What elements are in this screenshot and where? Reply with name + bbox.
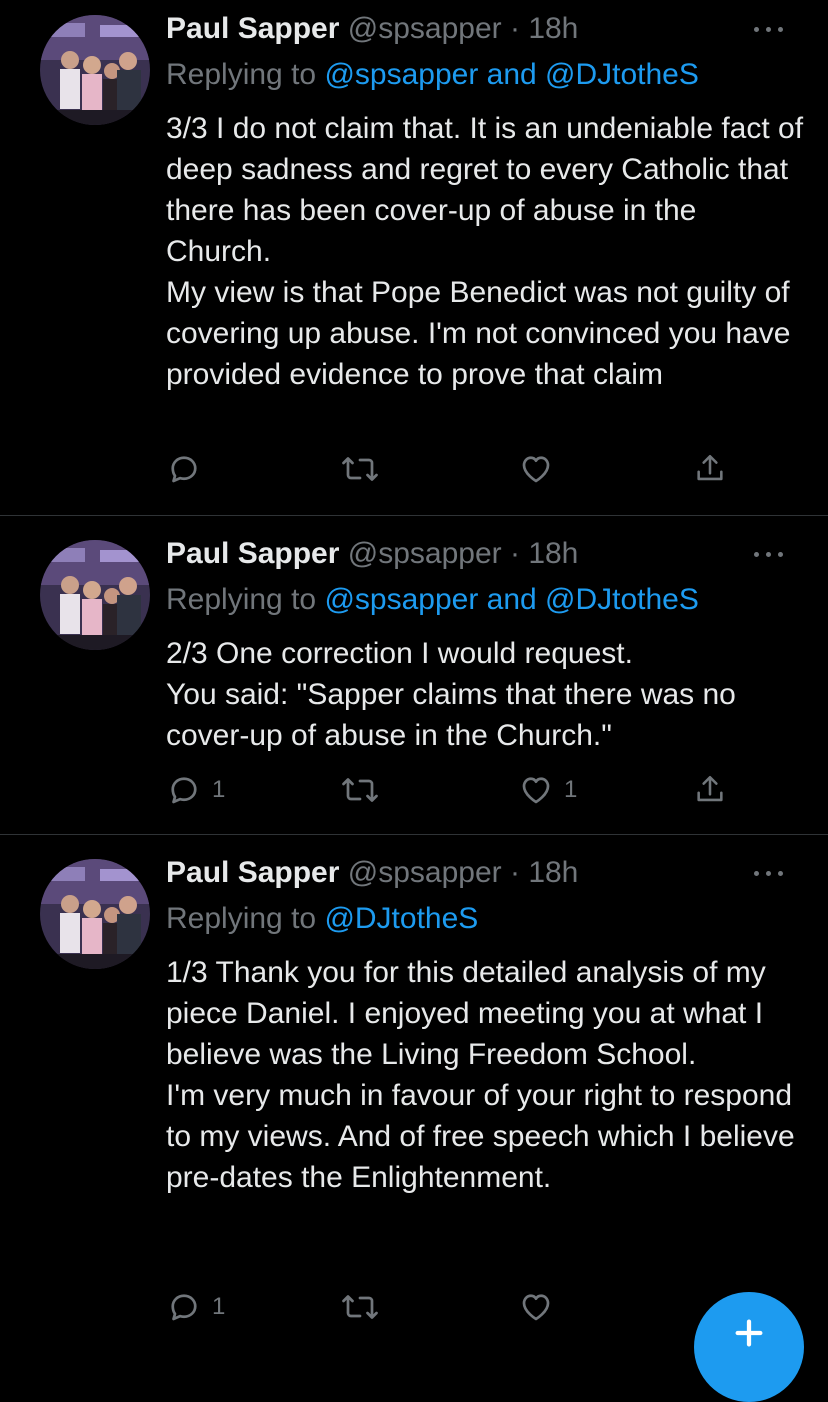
reply-button[interactable]: 1	[166, 1287, 225, 1327]
author-handle[interactable]: @spsapper	[348, 537, 502, 570]
tweet-header: Paul Sapper @spsapper · 18h	[166, 10, 578, 48]
retweet-button[interactable]	[340, 449, 380, 489]
like-count: 1	[564, 776, 578, 803]
tweet-paragraph: I'm very much in favour of your right to…	[166, 1079, 795, 1194]
compose-plus-icon	[735, 1319, 763, 1347]
like-button[interactable]: 1	[518, 770, 577, 810]
avatar[interactable]	[40, 540, 150, 650]
more-icon[interactable]	[752, 868, 786, 878]
tweet-header: Paul Sapper @spsapper · 18h	[166, 535, 578, 573]
retweet-button[interactable]	[340, 1287, 380, 1327]
separator-dot: ·	[509, 856, 520, 889]
replying-prefix: Replying to	[166, 583, 325, 616]
more-icon[interactable]	[752, 24, 786, 34]
action-bar	[0, 449, 828, 489]
replying-prefix: Replying to	[166, 58, 325, 91]
like-button[interactable]	[518, 1287, 564, 1327]
author-handle[interactable]: @spsapper	[348, 856, 502, 889]
timestamp[interactable]: 18h	[528, 537, 578, 570]
retweet-button[interactable]	[340, 770, 380, 810]
replying-to: Replying to @DJtotheS	[166, 900, 478, 938]
tweet-paragraph: You said: "Sapper claims that there was …	[166, 678, 736, 752]
tweet-text: 3/3 I do not claim that. It is an undeni…	[166, 108, 806, 395]
tweet-paragraph: 1/3 Thank you for this detailed analysis…	[166, 956, 766, 1071]
compose-button[interactable]	[694, 1292, 804, 1402]
author-name[interactable]: Paul Sapper	[166, 856, 339, 889]
reply-icon	[171, 456, 197, 483]
tweet-2[interactable]: Paul Sapper @spsapper · 18h Replying to …	[0, 516, 828, 834]
replying-to-link[interactable]: @DJtotheS	[324, 902, 478, 935]
author-name[interactable]: Paul Sapper	[166, 12, 339, 45]
tweet-paragraph: My view is that Pope Benedict was not gu…	[166, 276, 791, 391]
retweet-icon	[342, 778, 378, 802]
replying-to-link[interactable]: @spsapper and @DJtotheS	[324, 583, 698, 616]
tweet-3[interactable]: Paul Sapper @spsapper · 18h Replying to …	[0, 835, 828, 1343]
tweet-header: Paul Sapper @spsapper · 18h	[166, 854, 578, 892]
like-button[interactable]	[518, 449, 564, 489]
tweet-1[interactable]: Paul Sapper @spsapper · 18h Replying to …	[0, 0, 828, 515]
reply-count: 1	[212, 776, 226, 803]
tweet-text: 2/3 One correction I would request. You …	[166, 633, 806, 756]
tweet-paragraph: 3/3 I do not claim that. It is an undeni…	[166, 112, 804, 268]
separator-dot: ·	[509, 12, 520, 45]
author-handle[interactable]: @spsapper	[348, 12, 502, 45]
action-bar: 1 1	[0, 770, 828, 810]
tweet-paragraph: 2/3 One correction I would request.	[166, 637, 633, 670]
replying-to: Replying to @spsapper and @DJtotheS	[166, 581, 699, 619]
reply-count: 1	[212, 1293, 226, 1320]
reply-icon	[171, 1294, 197, 1321]
share-icon	[697, 775, 723, 802]
heart-icon	[522, 1294, 550, 1321]
share-icon	[697, 454, 723, 481]
reply-button[interactable]	[166, 449, 212, 489]
timestamp[interactable]: 18h	[528, 12, 578, 45]
heart-icon	[522, 456, 550, 483]
replying-to-link[interactable]: @spsapper and @DJtotheS	[324, 58, 698, 91]
replying-prefix: Replying to	[166, 902, 325, 935]
retweet-icon	[342, 1295, 378, 1319]
retweet-icon	[342, 457, 378, 481]
reply-icon	[171, 777, 197, 804]
heart-icon	[522, 777, 550, 804]
author-name[interactable]: Paul Sapper	[166, 537, 339, 570]
replying-to: Replying to @spsapper and @DJtotheS	[166, 56, 699, 94]
avatar[interactable]	[40, 15, 150, 125]
tweet-text: 1/3 Thank you for this detailed analysis…	[166, 952, 806, 1198]
share-button[interactable]	[693, 449, 727, 489]
timestamp[interactable]: 18h	[528, 856, 578, 889]
separator-dot: ·	[509, 537, 520, 570]
more-icon[interactable]	[752, 549, 786, 559]
avatar[interactable]	[40, 859, 150, 969]
share-button[interactable]	[693, 770, 727, 810]
reply-button[interactable]: 1	[166, 770, 225, 810]
